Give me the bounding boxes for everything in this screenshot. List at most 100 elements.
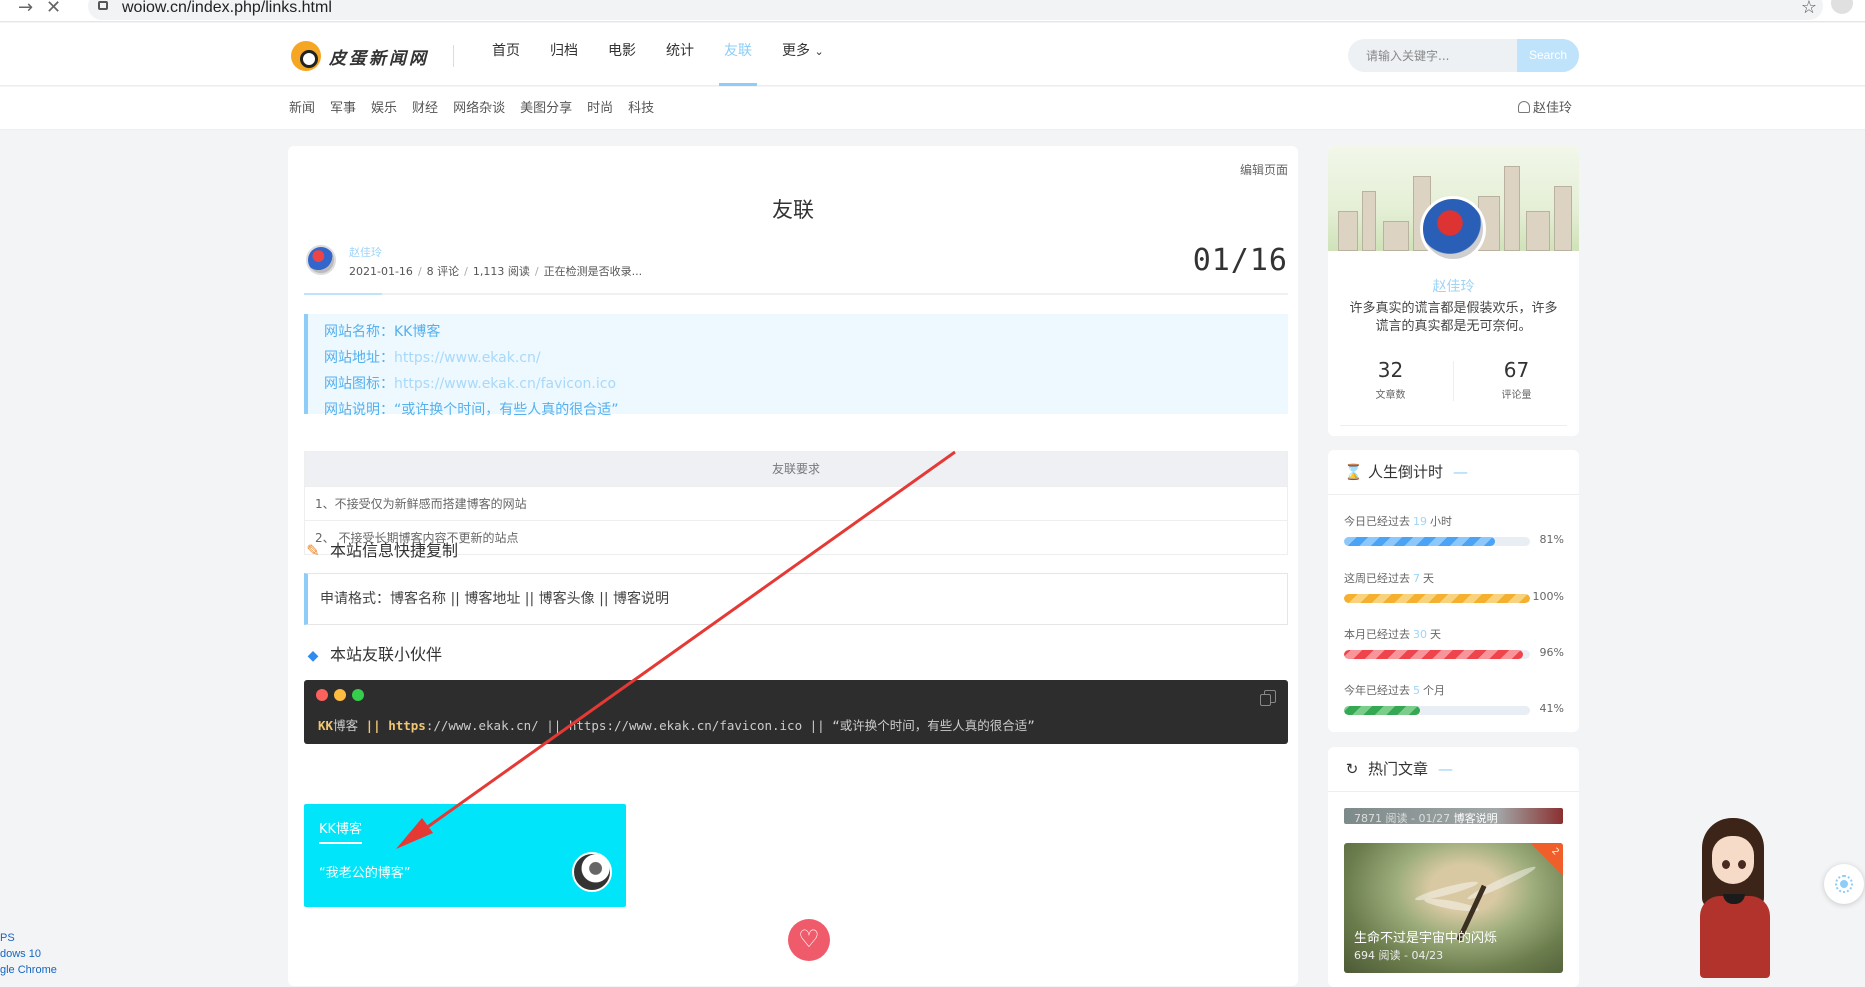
post-comments: 8 评论 <box>426 265 460 278</box>
category-item[interactable]: 时尚 <box>587 87 613 130</box>
countdown-label: 这周已经过去 7 天 <box>1344 570 1564 586</box>
browser-profile-avatar[interactable] <box>1831 0 1853 14</box>
partners-section-heading: ◆ 本站友联小伙伴 <box>304 641 442 665</box>
author-avatar[interactable] <box>306 245 336 275</box>
address-url[interactable]: woiow.cn/index.php/links.html <box>122 0 332 17</box>
progress-bar <box>1344 594 1530 603</box>
logo-mark-icon <box>291 41 321 71</box>
forward-icon[interactable]: → <box>18 0 33 18</box>
countdown-unit: 小时 <box>1430 515 1452 528</box>
sun-icon <box>1835 875 1853 893</box>
close-icon[interactable]: ✕ <box>46 0 61 18</box>
countdown-label: 今日已经过去 19 小时 <box>1344 513 1564 529</box>
stat-comments: 67 评论量 <box>1454 358 1579 401</box>
lock-icon <box>98 1 108 10</box>
os-info-line: dows 10 <box>0 948 41 960</box>
stat-posts: 32 文章数 <box>1328 358 1453 401</box>
progress-percent: 100% <box>1532 590 1564 603</box>
post-meta: 2021-01-16/8 评论/1,113 阅读 / 正在检测是否收录... <box>349 265 643 278</box>
info-value-link[interactable]: https://www.ekak.cn/ <box>394 350 541 366</box>
cover-building <box>1362 191 1376 251</box>
info-row-url: 网站地址：https://www.ekak.cn/ <box>324 345 1288 371</box>
stat-comments-count: 67 <box>1503 358 1530 382</box>
nav-item-archive[interactable]: 归档 <box>535 23 593 86</box>
progress-percent: 41% <box>1539 702 1564 715</box>
bookmark-star-icon[interactable]: ☆ <box>1801 0 1817 18</box>
mascot-eye <box>1738 860 1746 869</box>
table-row: 1、不接受仅为新鲜感而搭建博客的网站 <box>305 486 1287 520</box>
category-item[interactable]: 美图分享 <box>520 87 572 130</box>
mascot-character[interactable] <box>1690 818 1780 978</box>
code-separator: || <box>358 718 389 733</box>
nav-item-links[interactable]: 友联 <box>709 23 767 86</box>
countdown-num: 7 <box>1413 572 1420 585</box>
category-item[interactable]: 娱乐 <box>371 87 397 130</box>
category-item[interactable]: 科技 <box>628 87 654 130</box>
friend-link-card[interactable]: KK博客 “我老公的博客” <box>304 804 626 907</box>
progress-fill <box>1344 650 1523 659</box>
theme-toggle-button[interactable] <box>1824 864 1864 904</box>
progress-bar <box>1344 650 1530 659</box>
site-logo[interactable]: 皮蛋新闻网 <box>291 41 429 71</box>
hot-article-item[interactable]: 7871 阅读 - 01/27 博客说明 <box>1344 808 1563 824</box>
info-label: 网站名称： <box>324 324 394 340</box>
copy-section-title: 本站信息快捷复制 <box>330 541 459 560</box>
progress-bar <box>1344 706 1530 715</box>
hourglass-icon: ⌛ <box>1344 463 1363 481</box>
profile-avatar[interactable] <box>1420 196 1486 262</box>
back-icon[interactable]: ‹ <box>0 0 1 18</box>
category-item[interactable]: 新闻 <box>289 87 315 130</box>
code-https: https <box>388 718 426 733</box>
like-button[interactable]: ♡ <box>788 919 830 961</box>
meta-divider <box>304 293 1288 295</box>
os-info-overlay: PS dows 10 gle Chrome <box>0 930 57 978</box>
countdown-unit: 天 <box>1423 572 1434 585</box>
mascot-eye <box>1722 860 1730 869</box>
info-value-link[interactable]: https://www.ekak.cn/favicon.ico <box>394 376 616 392</box>
address-bar[interactable]: woiow.cn/index.php/links.html <box>88 0 1823 20</box>
info-row-name: 网站名称：KK博客 <box>324 319 1288 345</box>
copy-section-heading: ✎ 本站信息快捷复制 <box>304 537 458 561</box>
edit-page-link[interactable]: 编辑页面 <box>1240 161 1288 178</box>
code-kk: KK <box>318 718 334 733</box>
countdown-title: 人生倒计时 <box>1368 463 1444 481</box>
countdown-prefix: 这周已经过去 <box>1344 572 1410 585</box>
logo-divider <box>453 45 454 67</box>
browser-toolbar: ‹ → ✕ woiow.cn/index.php/links.html ☆ <box>0 0 1865 22</box>
hot-article-meta: 694 阅读 - 04/23 <box>1354 949 1444 962</box>
category-item[interactable]: 网络杂谈 <box>453 87 505 130</box>
nav-item-more[interactable]: 更多 ⌄ <box>767 23 839 86</box>
nav-item-movies[interactable]: 电影 <box>593 23 651 86</box>
info-label: 网站地址： <box>324 350 394 366</box>
countdown-item: 这周已经过去 7 天 100% <box>1344 570 1564 603</box>
progress-fill <box>1344 537 1495 546</box>
post-date: 2021-01-16 <box>349 265 413 278</box>
search-button[interactable]: Search <box>1517 39 1579 72</box>
stat-posts-label: 文章数 <box>1375 390 1406 401</box>
hot-article-item[interactable]: 2 生命不过是宇宙中的闪烁 694 阅读 - 04/23 <box>1344 843 1563 973</box>
nav-item-home[interactable]: 首页 <box>477 23 535 86</box>
countdown-item: 今年已经过去 5 个月 41% <box>1344 682 1564 715</box>
search-input[interactable] <box>1348 39 1516 72</box>
author-name[interactable]: 赵佳玲 <box>349 244 382 260</box>
category-item[interactable]: 财经 <box>412 87 438 130</box>
progress-fill <box>1344 706 1421 715</box>
os-info-line: PS <box>0 932 15 944</box>
site-info-box: 网站名称：KK博客 网站地址：https://www.ekak.cn/ 网站图标… <box>304 314 1288 418</box>
copy-icon[interactable] <box>1260 690 1276 706</box>
countdown-prefix: 本月已经过去 <box>1344 628 1410 641</box>
stat-comments-label: 评论量 <box>1501 390 1532 401</box>
countdown-label: 本月已经过去 30 天 <box>1344 626 1564 642</box>
yellow-dot-icon <box>334 689 346 701</box>
chevron-down-icon: ⌄ <box>814 45 824 58</box>
category-item[interactable]: 军事 <box>330 87 356 130</box>
pencil-icon: ✎ <box>306 541 320 560</box>
user-menu[interactable]: 赵佳玲 <box>1518 87 1572 130</box>
search-box: Search <box>1348 39 1579 72</box>
info-value: KK博客 <box>394 324 441 340</box>
code-text[interactable]: KK博客 || https://www.ekak.cn/ || https://… <box>318 715 1035 734</box>
profile-name[interactable]: 赵佳玲 <box>1328 276 1579 296</box>
partners-title: 本站友联小伙伴 <box>330 645 443 664</box>
nav-item-stats[interactable]: 统计 <box>651 23 709 86</box>
countdown-unit: 个月 <box>1423 684 1445 697</box>
